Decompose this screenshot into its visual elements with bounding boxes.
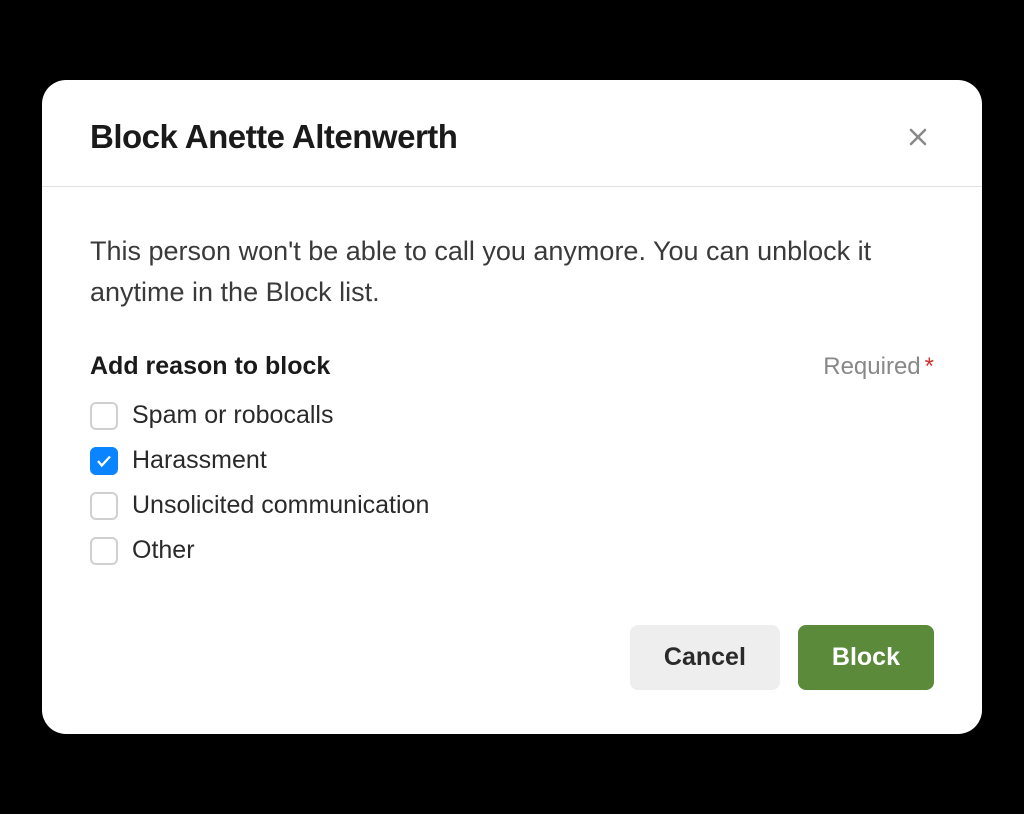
dialog-description: This person won't be able to call you an… <box>90 231 934 312</box>
reason-option[interactable]: Other <box>90 536 934 565</box>
close-button[interactable] <box>902 121 934 153</box>
cancel-button[interactable]: Cancel <box>630 625 780 690</box>
reason-title: Add reason to block <box>90 352 330 381</box>
checkbox-label: Unsolicited communication <box>132 491 429 520</box>
reason-header: Add reason to block Required* <box>90 352 934 381</box>
reason-option[interactable]: Unsolicited communication <box>90 491 934 520</box>
required-asterisk: * <box>925 353 934 380</box>
checkbox[interactable] <box>90 402 118 430</box>
checkbox-label: Spam or robocalls <box>132 401 333 430</box>
dialog-footer: Cancel Block <box>42 585 982 734</box>
block-dialog: Block Anette Altenwerth This person won'… <box>42 80 982 734</box>
checkbox[interactable] <box>90 492 118 520</box>
required-label: Required* <box>823 353 934 381</box>
checkbox-label: Harassment <box>132 446 267 475</box>
block-button[interactable]: Block <box>798 625 934 690</box>
dialog-body: This person won't be able to call you an… <box>42 187 982 585</box>
reason-option[interactable]: Harassment <box>90 446 934 475</box>
dialog-title: Block Anette Altenwerth <box>90 118 457 156</box>
check-icon <box>95 452 113 470</box>
reason-checkbox-list: Spam or robocalls Harassment Unsolicited c… <box>90 401 934 565</box>
checkbox[interactable] <box>90 447 118 475</box>
close-icon <box>906 125 930 149</box>
dialog-header: Block Anette Altenwerth <box>42 80 982 187</box>
checkbox[interactable] <box>90 537 118 565</box>
checkbox-label: Other <box>132 536 195 565</box>
reason-option[interactable]: Spam or robocalls <box>90 401 934 430</box>
